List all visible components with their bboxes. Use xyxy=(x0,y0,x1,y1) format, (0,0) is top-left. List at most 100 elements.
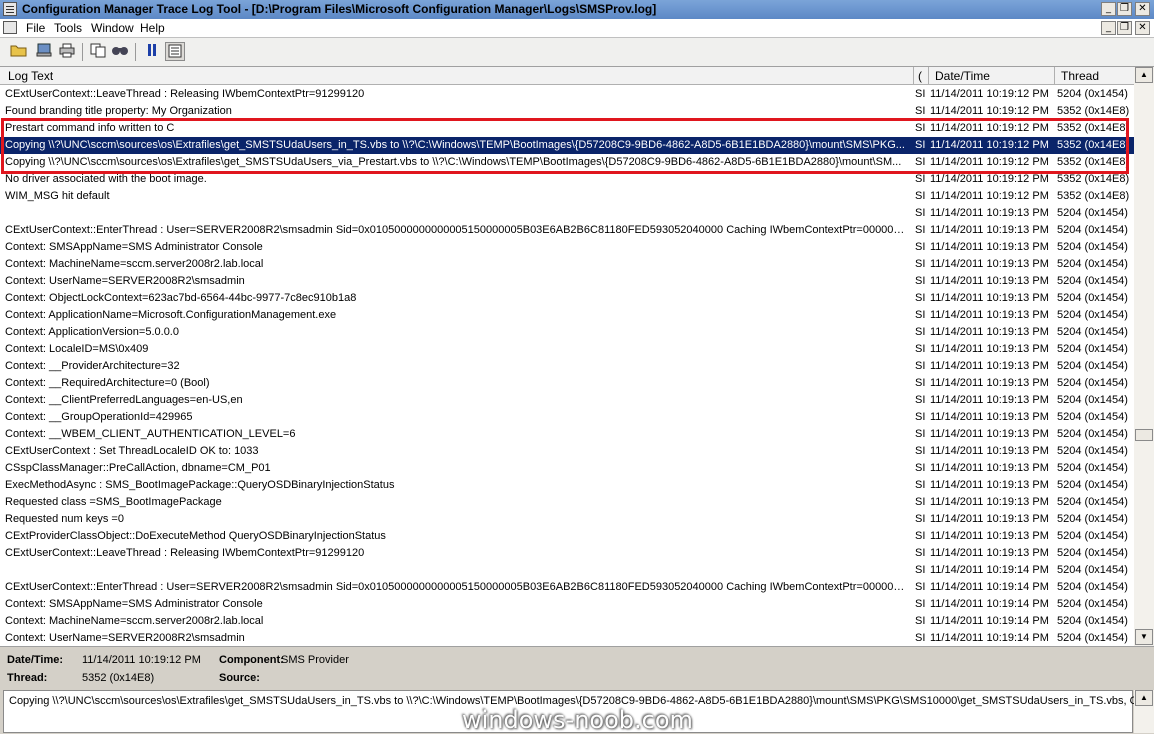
table-row[interactable]: SI 11/14/2011 10:19:14 PM 5204 (0x1454) xyxy=(0,562,1134,579)
table-row[interactable]: Context: __ProviderArchitecture=32 SI 11/1… xyxy=(0,358,1134,375)
menu-file[interactable]: File xyxy=(26,21,45,35)
table-row[interactable]: ExecMethodAsync : SMS_BootImagePackage::… xyxy=(0,477,1134,494)
thread-cell: 5204 (0x1454) xyxy=(1057,530,1128,542)
column-thread[interactable]: Thread xyxy=(1061,69,1099,83)
column-date-time[interactable]: Date/Time xyxy=(935,69,990,83)
date-time-cell: 11/14/2011 10:19:14 PM xyxy=(930,598,1049,610)
table-row[interactable]: CSspClassManager::PreCallAction, dbname=… xyxy=(0,460,1134,477)
column-divider[interactable] xyxy=(1054,67,1055,84)
table-row[interactable]: No driver associated with the boot image… xyxy=(0,171,1134,188)
date-time-cell: 11/14/2011 10:19:13 PM xyxy=(930,530,1049,542)
thread-cell: 5204 (0x1454) xyxy=(1057,479,1128,491)
column-divider[interactable] xyxy=(928,67,929,84)
table-row[interactable]: Context: UserName=SERVER2008R2\smsadmin S… xyxy=(0,273,1134,290)
table-row[interactable]: Context: __ClientPreferredLanguages=en-U… xyxy=(0,392,1134,409)
table-row[interactable]: Requested num keys =0 SI 11/14/2011 10:19:… xyxy=(0,511,1134,528)
table-row[interactable]: Context: ObjectLockContext=623ac7bd-6564… xyxy=(0,290,1134,307)
mdi-restore-button[interactable]: ❐ xyxy=(1117,21,1132,35)
component-cell: SI xyxy=(915,88,926,100)
date-time-cell: 11/14/2011 10:19:13 PM xyxy=(930,394,1049,406)
table-row[interactable]: Context: SMSAppName=SMS Administrator Co… xyxy=(0,239,1134,256)
table-row[interactable]: Context: MachineName=sccm.server2008r2.l… xyxy=(0,256,1134,273)
pause-icon[interactable] xyxy=(142,42,162,61)
scroll-thumb[interactable] xyxy=(1135,429,1153,441)
table-row[interactable]: Context: __GroupOperationId=429965 SI 11/1… xyxy=(0,409,1134,426)
scroll-down-icon[interactable]: ▼ xyxy=(1135,629,1153,645)
date-time-cell: 11/14/2011 10:19:14 PM xyxy=(930,615,1049,627)
highlight-icon[interactable] xyxy=(165,42,185,61)
column-component[interactable]: ( xyxy=(918,69,928,83)
log-text-cell: Context: MachineName=sccm.server2008r2.l… xyxy=(5,615,264,627)
menu-tools[interactable]: Tools xyxy=(54,21,82,35)
date-time-cell: 11/14/2011 10:19:13 PM xyxy=(930,360,1049,372)
log-text-cell: Found branding title property: My Organi… xyxy=(5,105,232,117)
table-row[interactable]: Found branding title property: My Organi… xyxy=(0,103,1134,120)
table-row[interactable]: CExtUserContext::LeaveThread : Releasing… xyxy=(0,545,1134,562)
date-time-cell: 11/14/2011 10:19:12 PM xyxy=(930,88,1049,100)
print-icon[interactable] xyxy=(57,42,77,61)
find-icon[interactable] xyxy=(110,42,130,61)
table-row[interactable]: Context: ApplicationVersion=5.0.0.0 SI 11/… xyxy=(0,324,1134,341)
component-cell: SI xyxy=(915,496,926,508)
date-time-cell: 11/14/2011 10:19:14 PM xyxy=(930,632,1049,644)
thread-cell: 5204 (0x1454) xyxy=(1057,411,1128,423)
component-cell: SI xyxy=(915,292,926,304)
message-scroll-up-icon[interactable]: ▲ xyxy=(1135,690,1153,706)
table-row[interactable]: CExtUserContext : Set ThreadLocaleID OK … xyxy=(0,443,1134,460)
document-icon[interactable] xyxy=(3,21,17,34)
thread-cell: 5204 (0x1454) xyxy=(1057,326,1128,338)
title-bar: Configuration Manager Trace Log Tool - [… xyxy=(0,0,1154,19)
table-row[interactable]: Context: __WBEM_CLIENT_AUTHENTICATION_LE… xyxy=(0,426,1134,443)
component-cell: SI xyxy=(915,530,926,542)
mdi-minimize-button[interactable]: _ xyxy=(1101,21,1116,35)
component-cell: SI xyxy=(915,479,926,491)
table-row[interactable]: WIM_MSG hit default SI 11/14/2011 10:19:12… xyxy=(0,188,1134,205)
date-time-cell: 11/14/2011 10:19:13 PM xyxy=(930,309,1049,321)
column-divider[interactable] xyxy=(913,67,914,84)
table-row[interactable]: Requested class =SMS_BootImagePackage SI 1… xyxy=(0,494,1134,511)
component-cell: SI xyxy=(915,343,926,355)
component-cell: SI xyxy=(915,207,926,219)
message-scrollbar[interactable]: ▲ xyxy=(1134,690,1154,733)
component-cell: SI xyxy=(915,513,926,525)
mdi-close-button[interactable]: ✕ xyxy=(1135,21,1150,35)
component-cell: SI xyxy=(915,224,926,236)
table-row[interactable]: Context: LocaleID=MS\0x409 SI 11/14/2011 1… xyxy=(0,341,1134,358)
table-row[interactable]: Context: SMSAppName=SMS Administrator Co… xyxy=(0,596,1134,613)
log-list[interactable]: CExtUserContext::LeaveThread : Releasing… xyxy=(0,85,1134,646)
table-row[interactable]: Prestart command info written to C SI 11/1… xyxy=(0,120,1134,137)
thread-cell: 5204 (0x1454) xyxy=(1057,513,1128,525)
menu-help[interactable]: Help xyxy=(140,21,165,35)
column-log-text[interactable]: Log Text xyxy=(8,69,53,83)
component-value: SMS Provider xyxy=(281,654,349,666)
table-row-selected[interactable]: Copying \\?\UNC\sccm\sources\os\Extrafil… xyxy=(0,137,1134,154)
component-cell: SI xyxy=(915,309,926,321)
copy-icon[interactable] xyxy=(88,42,108,61)
table-row[interactable]: CExtUserContext::EnterThread : User=SERV… xyxy=(0,222,1134,239)
table-row[interactable]: Context: ApplicationName=Microsoft.Confi… xyxy=(0,307,1134,324)
date-time-value: 11/14/2011 10:19:12 PM xyxy=(82,654,201,666)
date-time-cell: 11/14/2011 10:19:14 PM xyxy=(930,581,1049,593)
menu-window[interactable]: Window xyxy=(91,21,134,35)
date-time-cell: 11/14/2011 10:19:13 PM xyxy=(930,258,1049,270)
open-folder-icon[interactable] xyxy=(9,42,29,61)
print-preview-icon[interactable] xyxy=(34,42,54,61)
maximize-button[interactable]: ❐ xyxy=(1117,2,1132,16)
date-time-cell: 11/14/2011 10:19:13 PM xyxy=(930,326,1049,338)
table-row[interactable]: CExtUserContext::EnterThread : User=SERV… xyxy=(0,579,1134,596)
toolbar xyxy=(0,38,1154,67)
table-row[interactable]: CExtProviderClassObject::DoExecuteMethod… xyxy=(0,528,1134,545)
table-row[interactable]: CExtUserContext::LeaveThread : Releasing… xyxy=(0,86,1134,103)
table-row[interactable]: Context: MachineName=sccm.server2008r2.l… xyxy=(0,613,1134,630)
scroll-up-icon[interactable]: ▲ xyxy=(1135,67,1153,83)
table-row[interactable]: Context: UserName=SERVER2008R2\smsadmin S… xyxy=(0,630,1134,646)
component-cell: SI xyxy=(915,241,926,253)
table-row[interactable]: SI 11/14/2011 10:19:13 PM 5204 (0x1454) xyxy=(0,205,1134,222)
table-row[interactable]: Context: __RequiredArchitecture=0 (Bool)… xyxy=(0,375,1134,392)
close-button[interactable]: ✕ xyxy=(1135,2,1150,16)
minimize-button[interactable]: _ xyxy=(1101,2,1116,16)
thread-cell: 5204 (0x1454) xyxy=(1057,275,1128,287)
table-row[interactable]: Copying \\?\UNC\sccm\sources\os\Extrafil… xyxy=(0,154,1134,171)
vertical-scrollbar[interactable]: ▲ ▼ xyxy=(1134,67,1154,646)
thread-cell: 5352 (0x14E8) xyxy=(1057,139,1130,151)
